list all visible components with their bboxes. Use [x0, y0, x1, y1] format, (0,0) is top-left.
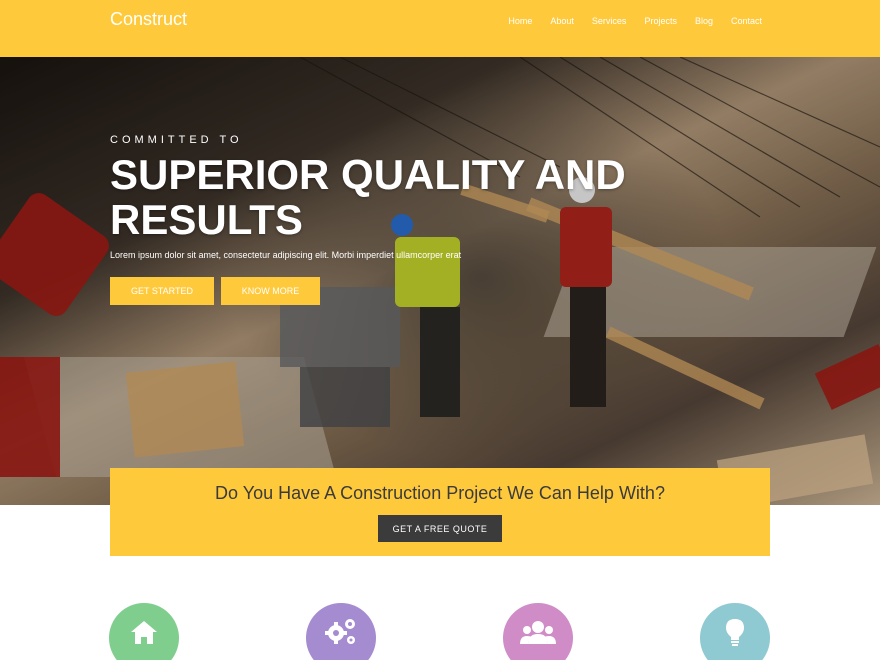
gears-icon: [325, 619, 355, 644]
hero-buttons: GET STARTED KNOW MORE: [110, 277, 730, 305]
feature-team[interactable]: [503, 603, 573, 660]
quote-title: Do You Have A Construction Project We Ca…: [215, 483, 665, 503]
hero-section: COMMITTED TO SUPERIOR QUALITY AND RESULT…: [0, 57, 880, 505]
get-quote-button[interactable]: GET A FREE QUOTE: [378, 515, 502, 542]
quote-banner: Do You Have A Construction Project We Ca…: [110, 468, 770, 556]
users-icon: [520, 621, 556, 644]
feature-home[interactable]: [109, 603, 179, 660]
nav-blog[interactable]: Blog: [695, 16, 713, 26]
hero-content: COMMITTED TO SUPERIOR QUALITY AND RESULT…: [110, 134, 730, 305]
lightbulb-icon: [726, 619, 744, 646]
site-header: Construct Home About Services Projects B…: [0, 0, 880, 57]
hero-headline-line1: SUPERIOR QUALITY AND: [110, 151, 626, 198]
nav-contact[interactable]: Contact: [731, 16, 762, 26]
brand-logo[interactable]: Construct: [110, 9, 187, 30]
feature-ideas[interactable]: [700, 603, 770, 660]
feature-services[interactable]: [306, 603, 376, 660]
nav-services[interactable]: Services: [592, 16, 627, 26]
hero-headline: SUPERIOR QUALITY AND RESULTS: [110, 152, 730, 242]
nav-projects[interactable]: Projects: [644, 16, 677, 26]
main-nav: Home About Services Projects Blog Contac…: [490, 16, 762, 26]
nav-home[interactable]: Home: [508, 16, 532, 26]
home-icon: [131, 621, 157, 644]
hero-eyebrow: COMMITTED TO: [110, 134, 243, 146]
nav-about[interactable]: About: [550, 16, 574, 26]
get-started-button[interactable]: GET STARTED: [110, 277, 214, 305]
hero-subtext: Lorem ipsum dolor sit amet, consectetur …: [110, 250, 462, 260]
hero-headline-line2: RESULTS: [110, 196, 303, 243]
know-more-button[interactable]: KNOW MORE: [221, 277, 320, 305]
